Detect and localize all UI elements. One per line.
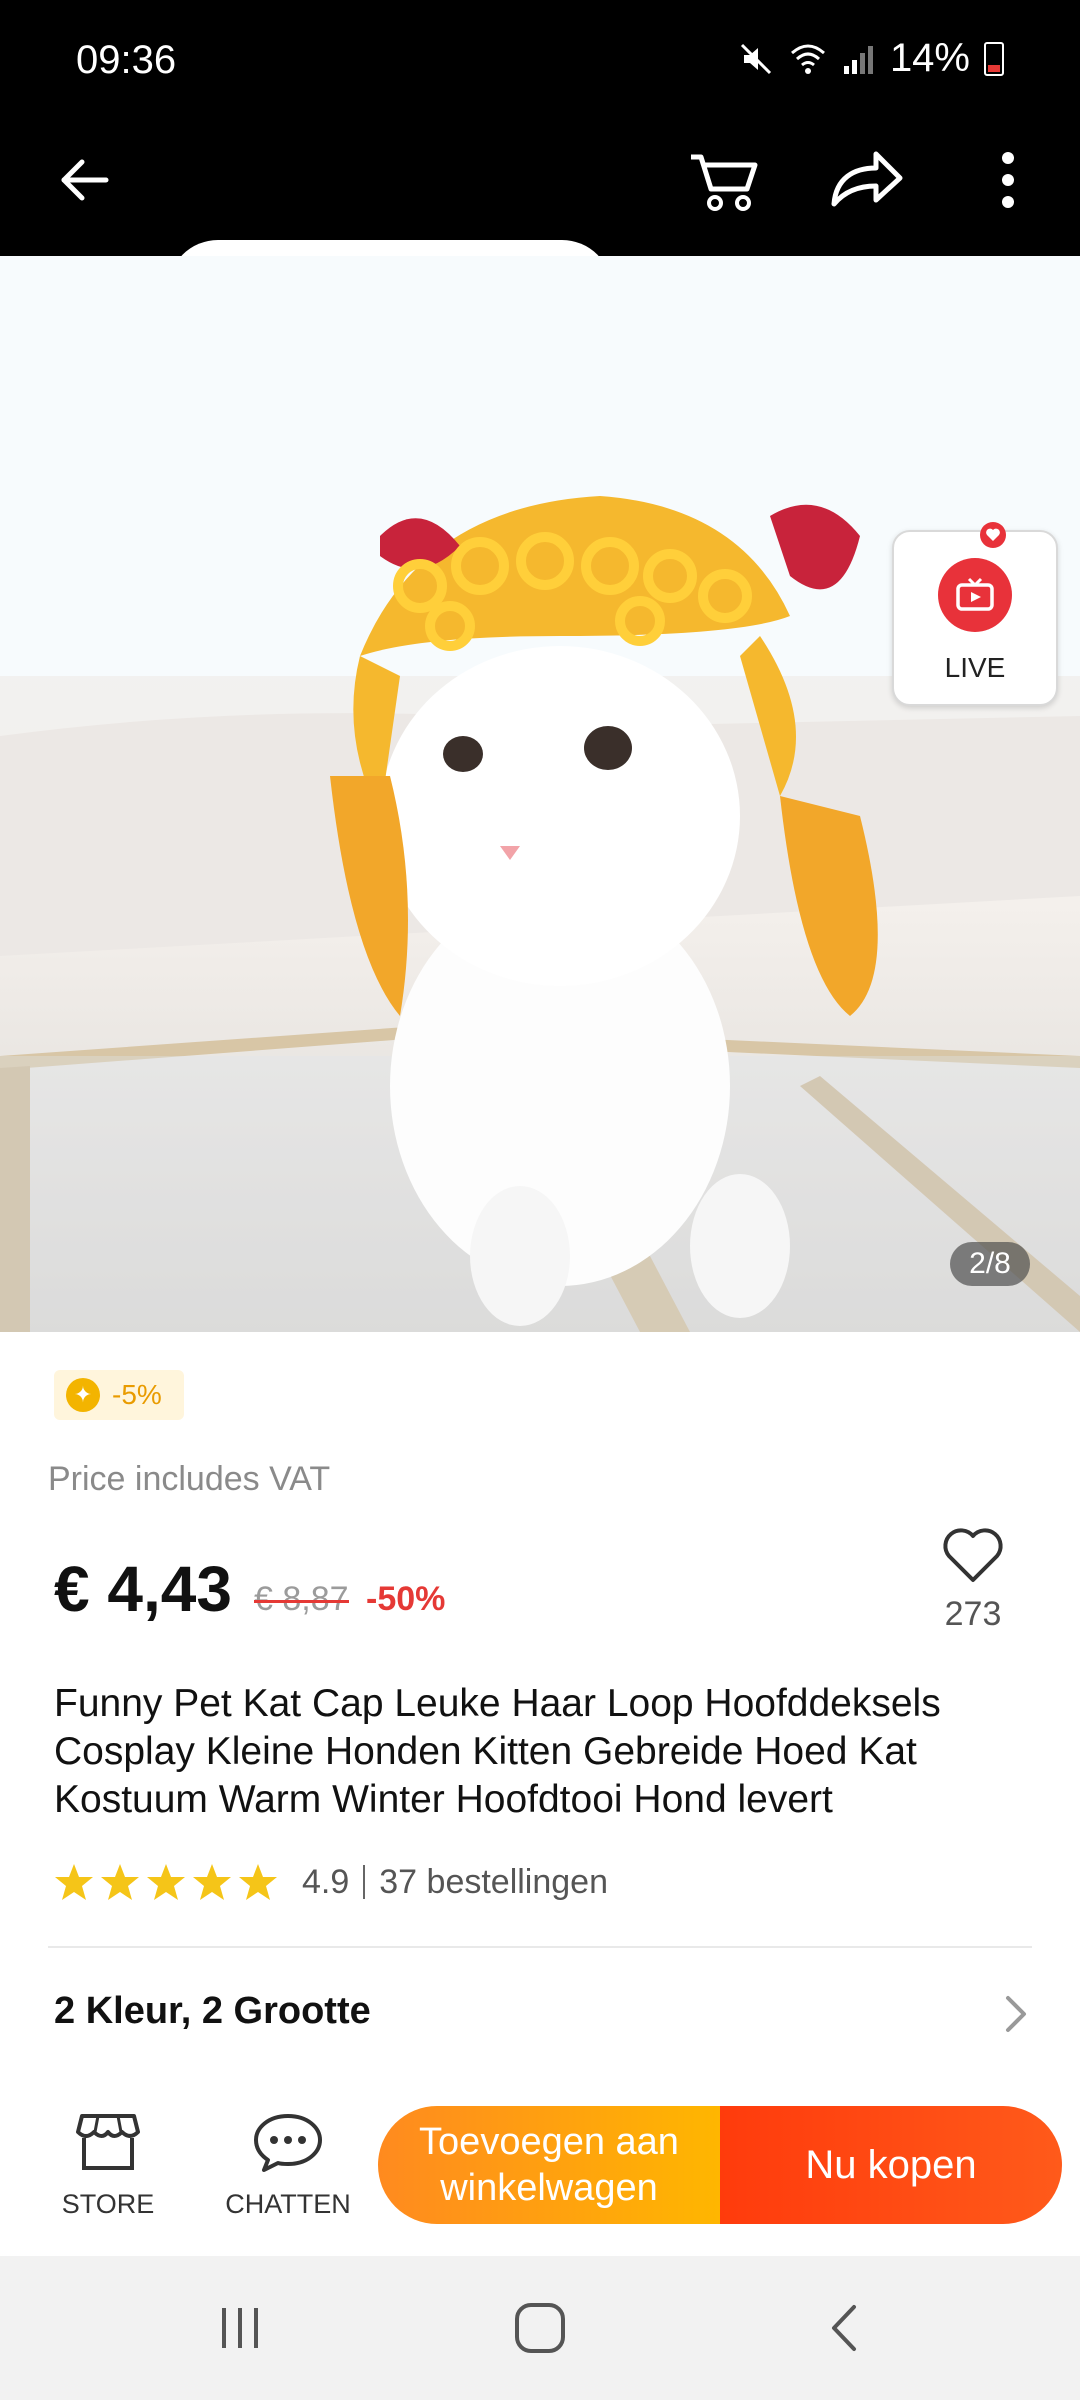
star-icon — [101, 1864, 139, 1900]
add-to-cart-line2: winkelwagen — [440, 2167, 658, 2209]
system-back-button[interactable] — [804, 2298, 884, 2358]
mute-icon — [740, 43, 771, 74]
home-button[interactable] — [500, 2298, 580, 2358]
recent-apps-icon — [222, 2308, 258, 2348]
current-price: € 4,43 — [54, 1553, 232, 1625]
add-to-cart-text: Toevoegen aan winkelwagen — [419, 2119, 679, 2211]
status-bar: 09:36 14% — [0, 0, 1080, 120]
chat-button[interactable]: CHATTEN — [218, 2110, 358, 2220]
buy-now-button[interactable]: Nu kopen — [720, 2106, 1062, 2224]
more-options-button[interactable] — [980, 140, 1036, 220]
live-stream-button[interactable]: LIVE — [892, 522, 1058, 706]
rating-separator — [363, 1865, 366, 1899]
star-icon — [55, 1864, 93, 1900]
rating-score: 4.9 — [302, 1862, 350, 1901]
store-icon — [76, 2114, 140, 2170]
arrow-left-icon — [61, 159, 109, 201]
section-divider — [48, 1946, 1032, 1948]
battery-icon — [984, 41, 1004, 76]
rating-stars — [54, 1862, 278, 1902]
chevron-left-icon — [832, 2305, 856, 2351]
star-icon — [239, 1864, 277, 1900]
store-label: STORE — [61, 2189, 155, 2219]
cart-button[interactable] — [682, 132, 766, 228]
coin-icon: ✦ — [66, 1378, 100, 1412]
order-count: 37 bestellingen — [379, 1862, 609, 1901]
live-label: LIVE — [944, 652, 1006, 683]
store-button[interactable]: STORE — [38, 2110, 178, 2220]
bottom-action-bar: STORE CHATTEN Toevoegen aan winkelwagen … — [0, 2084, 1080, 2256]
wishlist-button[interactable]: 273 — [930, 1524, 1016, 1634]
variant-selector-chevron[interactable] — [998, 1992, 1034, 2041]
home-icon — [515, 2303, 565, 2353]
rating-row[interactable]: 4.9 37 bestellingen — [54, 1862, 608, 1902]
add-to-cart-line1: Toevoegen aan — [419, 2121, 679, 2163]
product-image — [0, 256, 1080, 1332]
heart-outline-icon — [943, 1528, 1003, 1582]
system-nav-bar — [0, 2256, 1080, 2400]
cart-icon — [691, 154, 758, 211]
live-tv-icon — [938, 558, 1012, 632]
original-price: € 8,87 — [254, 1580, 349, 1618]
status-time: 09:36 — [76, 38, 177, 82]
share-icon — [831, 151, 903, 207]
wishlist-count: 273 — [944, 1595, 1002, 1633]
product-image-gallery[interactable]: LIVE 2/8 — [0, 256, 1080, 1332]
vat-note: Price includes VAT — [48, 1460, 331, 1498]
add-to-cart-button[interactable]: Toevoegen aan winkelwagen — [378, 2106, 720, 2224]
chat-bubble-icon — [254, 2114, 322, 2172]
share-button[interactable] — [820, 138, 912, 222]
signal-icon — [843, 45, 873, 74]
image-counter: 2/8 — [950, 1242, 1030, 1286]
variant-selector-label[interactable]: 2 Kleur, 2 Grootte — [54, 1990, 371, 2033]
star-icon — [147, 1864, 185, 1900]
product-title: Funny Pet Kat Cap Leuke Haar Loop Hoofdd… — [54, 1682, 941, 1821]
chevron-right-icon — [1006, 1996, 1026, 2032]
top-app-bar — [0, 120, 1080, 340]
heart-badge-icon — [980, 522, 1006, 548]
more-vertical-icon — [1002, 152, 1014, 208]
coin-discount-badge: ✦ -5% — [54, 1370, 184, 1420]
recent-apps-button[interactable] — [200, 2298, 280, 2358]
back-button[interactable] — [52, 148, 116, 212]
wifi-icon — [790, 44, 825, 74]
coin-discount-text: -5% — [112, 1379, 162, 1410]
status-icons: 14% — [738, 36, 1004, 81]
chat-label: CHATTEN — [225, 2189, 351, 2219]
battery-percent: 14% — [889, 36, 970, 80]
discount-percent: -50% — [366, 1580, 446, 1618]
star-icon — [193, 1864, 231, 1900]
